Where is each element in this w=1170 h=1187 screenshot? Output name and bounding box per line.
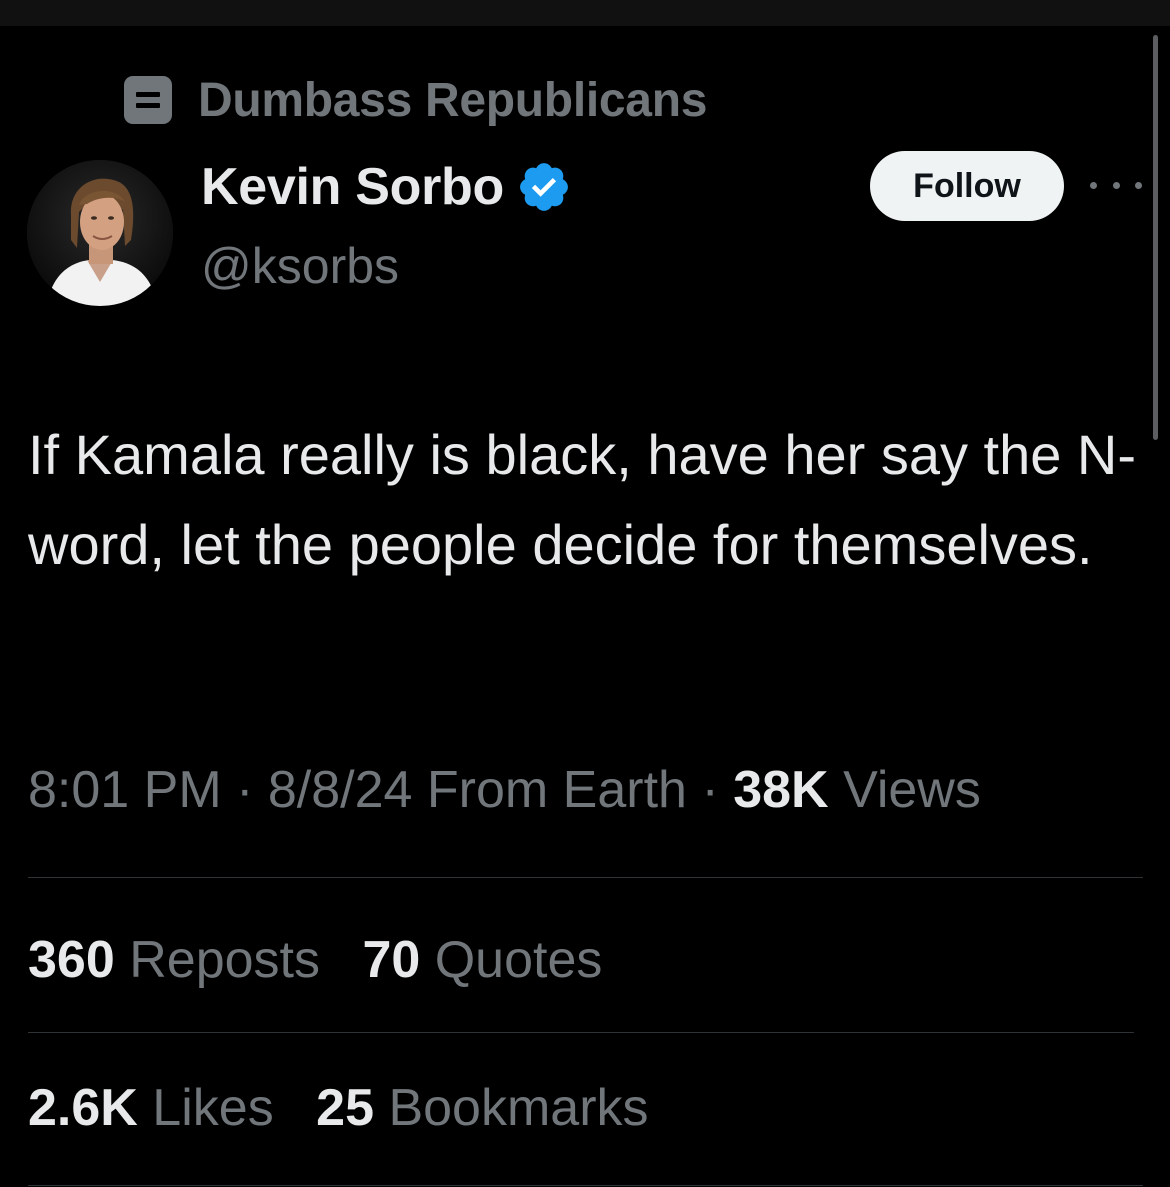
scrollbar[interactable] [1153,35,1158,440]
likes-stat[interactable]: 2.6K Likes [28,1079,288,1137]
stats-row-likes-bookmarks: 2.6K Likes 25 Bookmarks [28,1078,677,1138]
quotes-label: Quotes [434,931,603,989]
bookmarks-label: Bookmarks [388,1079,649,1137]
meta-separator: · [236,761,254,819]
tweet-time[interactable]: 8:01 PM [28,761,222,819]
divider [28,1185,1143,1186]
author-name-row[interactable]: Kevin Sorbo [201,157,572,217]
views-label[interactable]: Views [843,761,981,819]
more-dot [1112,181,1120,189]
bookmarks-count: 25 [316,1079,374,1137]
divider [28,1032,1134,1033]
tweet-source: From Earth [426,761,687,819]
reposts-count: 360 [28,931,115,989]
meta-separator: · [701,761,719,819]
quotes-count: 70 [362,931,421,989]
community-name[interactable]: Dumbass Republicans [198,73,707,128]
follow-button[interactable]: Follow [870,151,1064,221]
community-label[interactable]: Dumbass Republicans [124,72,707,128]
bookmarks-stat[interactable]: 25 Bookmarks [316,1079,648,1137]
more-dot [1090,181,1097,189]
likes-label: Likes [152,1079,274,1137]
community-icon [124,76,172,124]
stats-row-reposts-quotes: 360 Reposts 70 Quotes [28,930,630,990]
quotes-stat[interactable]: 70 Quotes [362,931,602,989]
reposts-label: Reposts [129,931,320,989]
more-icon[interactable] [1090,170,1142,200]
more-dot [1135,181,1142,189]
status-bar-strip [0,0,1170,26]
likes-count: 2.6K [28,1079,138,1137]
tweet-text: If Kamala really is black, have her say … [28,423,1137,576]
tweet-date[interactable]: 8/8/24 [268,761,413,819]
tweet-meta: 8:01 PM · 8/8/24 From Earth · 38K Views [28,760,981,820]
display-name[interactable]: Kevin Sorbo [201,157,504,217]
author-handle[interactable]: @ksorbs [201,237,399,295]
views-count[interactable]: 38K [733,761,828,819]
reposts-stat[interactable]: 360 Reposts [28,931,334,989]
verified-badge-icon [520,163,568,211]
divider [28,877,1143,878]
avatar[interactable] [27,160,173,306]
avatar-image [27,160,173,306]
